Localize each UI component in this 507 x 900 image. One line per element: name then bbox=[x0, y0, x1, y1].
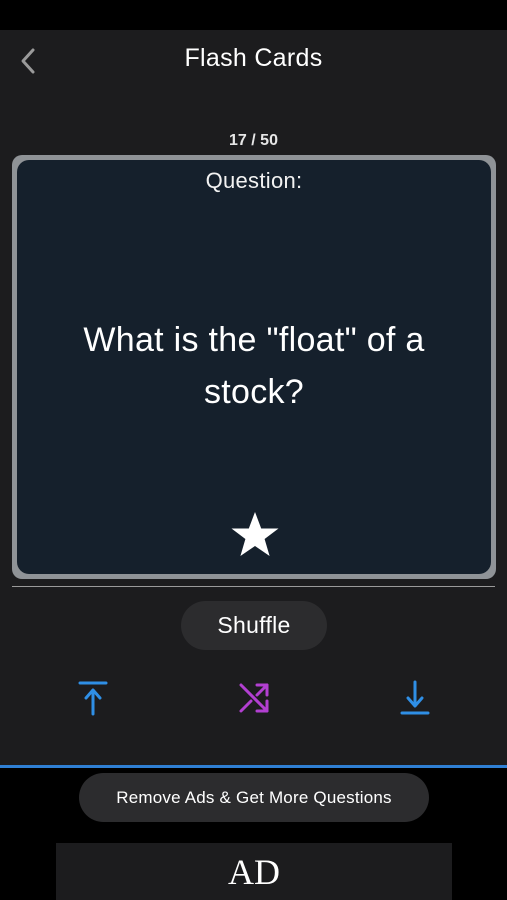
card-counter: 17 / 50 bbox=[229, 132, 278, 149]
shuffle-icon bbox=[239, 683, 269, 713]
arrow-down-to-bottom-icon bbox=[400, 680, 430, 715]
back-button[interactable] bbox=[12, 44, 46, 78]
shuffle-button[interactable]: Shuffle bbox=[181, 601, 327, 650]
remove-ads-button[interactable]: Remove Ads & Get More Questions bbox=[79, 773, 429, 822]
status-bar bbox=[0, 0, 507, 30]
favorite-star-button[interactable] bbox=[230, 510, 280, 560]
star-icon bbox=[231, 512, 279, 556]
card-question-text: What is the "float" of a stock? bbox=[83, 321, 425, 411]
chevron-left-icon bbox=[21, 48, 35, 74]
divider bbox=[12, 586, 495, 587]
flash-card-face[interactable]: Question: What is the "float" of a stock… bbox=[17, 160, 491, 574]
page-title: Flash Cards bbox=[184, 44, 323, 72]
ad-banner[interactable]: AD bbox=[56, 843, 452, 900]
jump-to-last-button[interactable] bbox=[395, 678, 435, 718]
card-label: Question: bbox=[205, 168, 303, 193]
arrow-up-to-top-icon bbox=[78, 681, 108, 716]
navigation-bar: Flash Cards bbox=[0, 30, 507, 92]
shuffle-icon-button[interactable] bbox=[234, 678, 274, 718]
jump-to-first-button[interactable] bbox=[73, 678, 113, 718]
flash-card[interactable]: Question: What is the "float" of a stock… bbox=[12, 155, 496, 579]
